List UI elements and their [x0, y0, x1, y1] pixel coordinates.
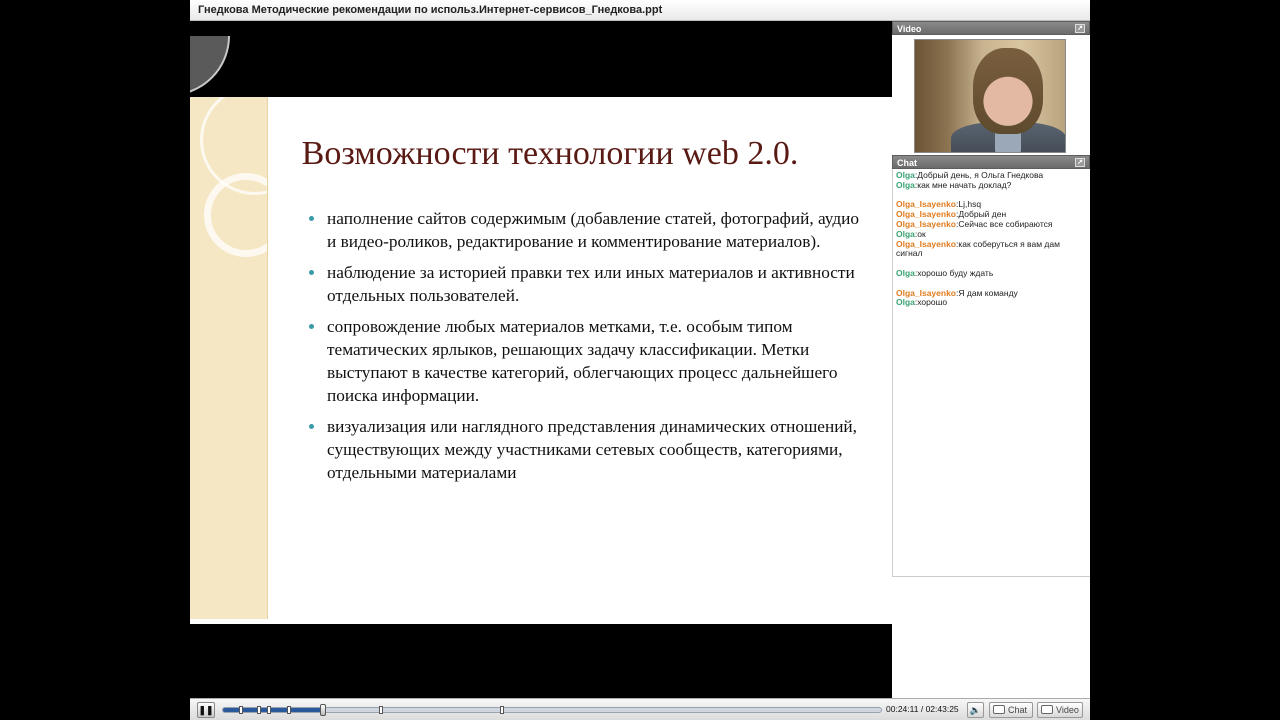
chat-message: Olga_Isayenko:как соберуться я вам дам с… [896, 238, 1060, 259]
video-panel [892, 35, 1090, 155]
chat-user: Olga_Isayenko [896, 238, 957, 249]
bullet-dot-icon [309, 216, 314, 221]
chat-toggle-label: Chat [1008, 705, 1028, 715]
chat-text: Сейчас все собираются [958, 218, 1053, 229]
video-panel-title: Video [897, 24, 922, 34]
chat-text: хорошо буду ждать [917, 267, 994, 278]
video-panel-header: Video ↗ [892, 21, 1090, 35]
decorative-ring [204, 173, 267, 257]
webcam-video[interactable] [914, 39, 1066, 153]
slide-stage: Возможности технологии web 2.0. наполнен… [190, 21, 892, 698]
slide-marker[interactable] [379, 706, 383, 714]
slide-marker[interactable] [239, 706, 243, 714]
chat-user: Olga_Isayenko [896, 287, 957, 298]
slide-marker[interactable] [287, 706, 291, 714]
slide-title: Возможности технологии web 2.0. [301, 135, 799, 172]
chat-bubble-icon [993, 705, 1005, 714]
slide-side-band [190, 97, 268, 619]
presentation-player: Гнедкова Методические рекомендации по ис… [190, 0, 1090, 720]
chat-user: Olga [896, 297, 915, 308]
chat-message: Olga:как мне начать доклад? [896, 179, 1012, 190]
slide-bullet: наполнение сайтов содержимым (добавление… [308, 207, 868, 253]
bullet-text: визуализация или наглядного представлени… [327, 417, 858, 482]
speaker-icon: 🔈 [969, 705, 982, 715]
chat-user: Olga_Isayenko [896, 209, 957, 220]
bullet-dot-icon [309, 270, 314, 275]
video-toggle-label: Video [1056, 705, 1079, 715]
chat-text: как мне начать доклад? [917, 179, 1012, 190]
seek-bar[interactable] [222, 704, 882, 716]
video-toggle-button[interactable]: Video [1037, 702, 1083, 718]
time-separator: / [918, 704, 926, 714]
chat-log[interactable]: Olga:Добрый день, я Ольга Гнедкова Olga:… [892, 169, 1090, 577]
bullet-text: сопровождение любых материалов метками, … [327, 317, 838, 405]
slide-bullet-list: наполнение сайтов содержимым (добавление… [308, 207, 868, 492]
chat-user: Olga [896, 267, 915, 278]
time-display: 00:24:11 / 02:43:25 [886, 704, 959, 714]
slide-content: Возможности технологии web 2.0. наполнен… [190, 97, 892, 624]
chat-text: Я дам команду [958, 287, 1018, 298]
pause-button[interactable]: ❚❚ [197, 702, 215, 718]
slide-marker[interactable] [257, 706, 261, 714]
chat-message: Olga:хорошо буду ждать [896, 267, 994, 278]
video-icon [1041, 705, 1053, 714]
slide-marker[interactable] [500, 706, 504, 714]
chat-user: Olga [896, 179, 915, 190]
bullet-text: наблюдение за историей правки тех или ин… [327, 263, 855, 305]
slide-marker[interactable] [267, 706, 271, 714]
slide: Возможности технологии web 2.0. наполнен… [190, 36, 892, 624]
slide-bullet: сопровождение любых материалов метками, … [308, 315, 868, 407]
chat-text: Добрый день, я Ольга Гнедкова [917, 170, 1044, 180]
seek-progress [223, 708, 323, 712]
slide-bullet: наблюдение за историей правки тех или ин… [308, 261, 868, 307]
chat-user: Olga [896, 170, 915, 180]
bullet-text: наполнение сайтов содержимым (добавление… [327, 209, 859, 251]
chat-toggle-button[interactable]: Chat [989, 702, 1033, 718]
expand-icon[interactable]: ↗ [1075, 24, 1085, 33]
volume-button[interactable]: 🔈 [967, 702, 984, 718]
presenter-head [973, 48, 1043, 134]
chat-message: Olga:хорошо [896, 297, 948, 308]
playback-controls: ❚❚ 00:24:11 / 02:43:25 🔈 Chat Video [190, 698, 1090, 720]
chat-text: Добрый ден [958, 209, 1007, 220]
chat-text: Lj,hsq [958, 199, 982, 210]
slide-header-band [190, 36, 892, 97]
slide-corner-decoration [190, 36, 230, 96]
expand-icon[interactable]: ↗ [1075, 158, 1085, 167]
chat-panel-header: Chat ↗ [892, 155, 1090, 169]
bullet-dot-icon [309, 324, 314, 329]
chat-user: Olga_Isayenko [896, 199, 957, 210]
total-time: 02:43:25 [925, 704, 959, 714]
chat-panel-title: Chat [897, 158, 917, 168]
chat-user: Olga [896, 228, 915, 239]
window-title: Гнедкова Методические рекомендации по ис… [190, 0, 1090, 21]
pause-icon: ❚❚ [198, 705, 214, 715]
chat-text: хорошо [917, 297, 948, 308]
seek-handle[interactable] [319, 704, 326, 716]
current-time: 00:24:11 [886, 704, 919, 714]
sidebar: Video ↗ Chat ↗ Olga:Добрый день, я Ольга… [892, 21, 1090, 698]
chat-text: ок [917, 228, 926, 239]
chat-user: Olga_Isayenko [896, 218, 957, 229]
bullet-dot-icon [309, 424, 314, 429]
slide-bullet: визуализация или наглядного представлени… [308, 415, 868, 484]
